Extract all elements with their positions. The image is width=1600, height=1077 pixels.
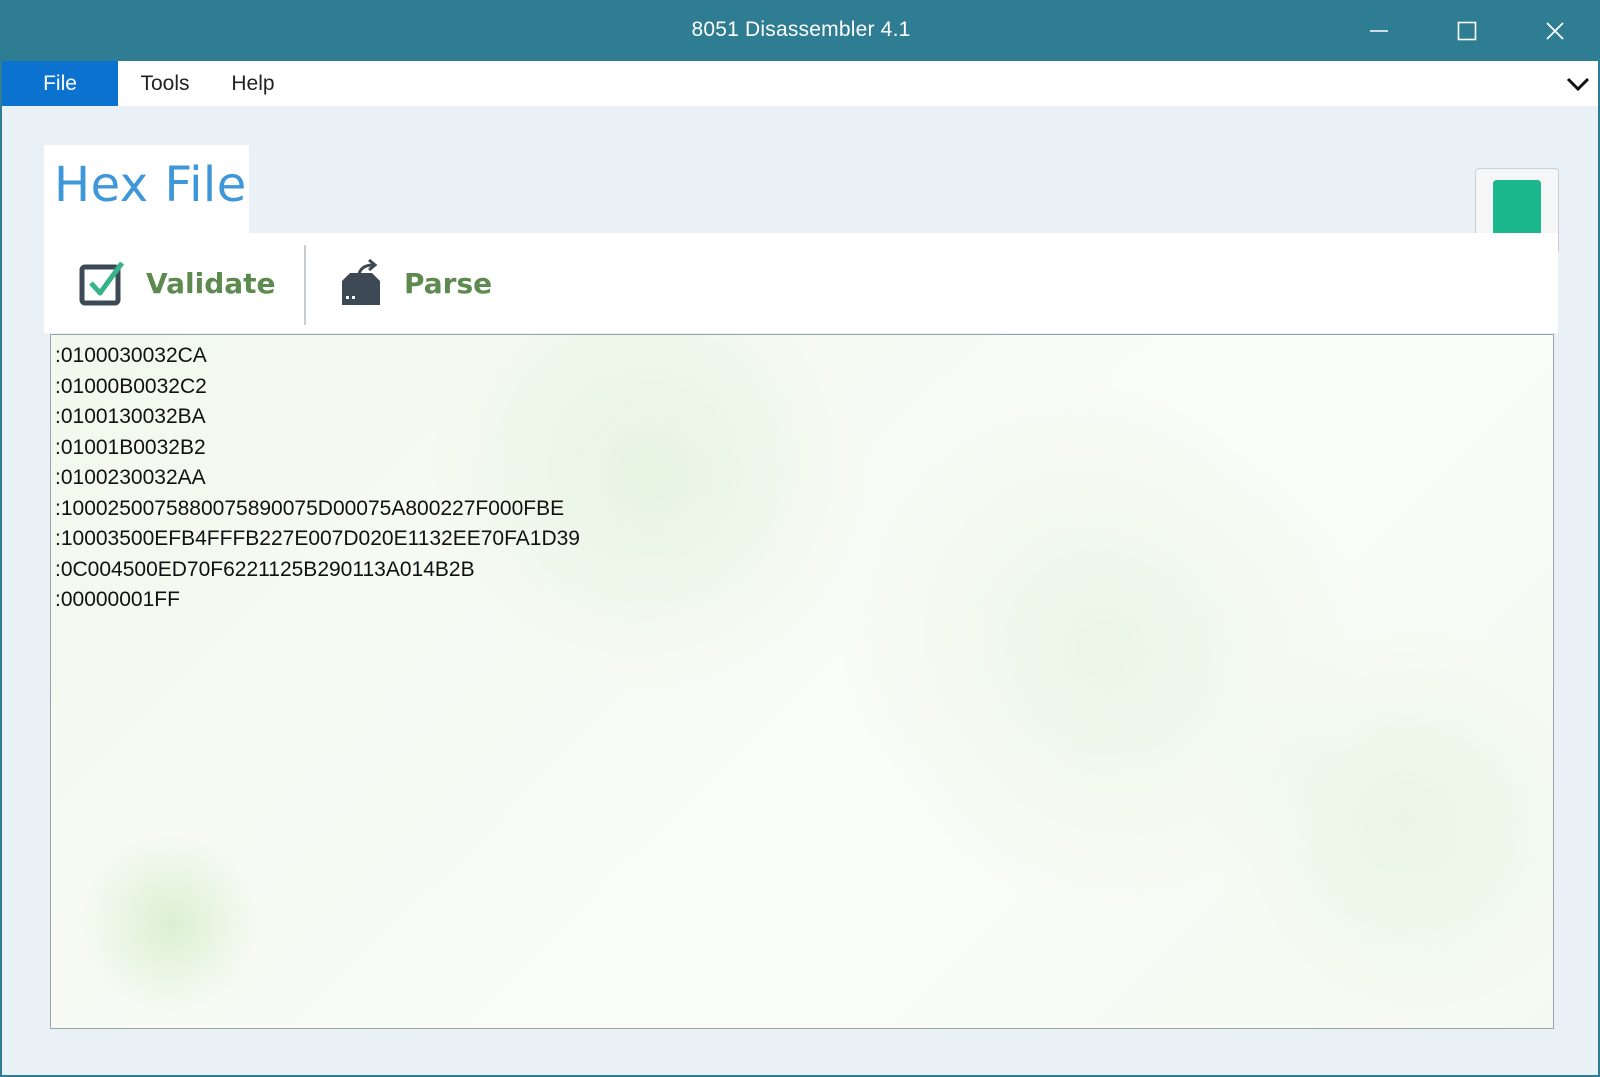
hex-lines: :0100030032CA :01000B0032C2 :0100130032B… xyxy=(55,341,580,616)
drive-export-icon xyxy=(342,259,380,305)
app-window: 8051 Disassembler 4.1 File Tools Help He… xyxy=(0,0,1600,1077)
menu-bar: File Tools Help xyxy=(2,61,1598,106)
hex-line: :10003500EFB4FFFB227E007D020E1132EE70FA1… xyxy=(55,527,580,550)
hex-line: :0100230032AA xyxy=(55,466,206,489)
page-title: Hex File xyxy=(54,157,247,213)
hex-line: :0100030032CA xyxy=(55,344,207,367)
menu-file[interactable]: File xyxy=(2,61,118,106)
minimize-icon xyxy=(1370,29,1388,32)
maximize-icon xyxy=(1457,21,1477,40)
validate-label: Validate xyxy=(146,266,276,300)
title-bar[interactable]: 8051 Disassembler 4.1 xyxy=(2,0,1598,61)
chevron-down-icon[interactable] xyxy=(1564,71,1592,97)
hex-line: :01001B0032B2 xyxy=(55,435,206,459)
hex-line: :00000001FF xyxy=(55,588,180,611)
hex-text-area[interactable]: :0100030032CA :01000B0032C2 :0100130032B… xyxy=(50,334,1554,1029)
checkbox-checked-icon xyxy=(79,261,125,306)
hex-line: :01000B0032C2 xyxy=(55,374,207,398)
close-button[interactable] xyxy=(1511,0,1598,61)
minimize-button[interactable] xyxy=(1335,0,1423,61)
hex-line: :0C004500ED70F6221125B290113A014B2B xyxy=(55,557,475,581)
parse-button[interactable]: Parse xyxy=(338,233,492,333)
menu-tools[interactable]: Tools xyxy=(129,61,201,106)
close-icon xyxy=(1546,21,1564,40)
menu-help[interactable]: Help xyxy=(222,61,284,106)
maximize-button[interactable] xyxy=(1423,0,1511,61)
parse-label: Parse xyxy=(404,266,493,300)
validate-button[interactable]: Validate xyxy=(78,233,276,333)
page-header: Hex File xyxy=(44,145,249,233)
toolbar: Validate Parse xyxy=(44,233,1558,333)
hex-line: :1000250075880075890075D00075A800227F000… xyxy=(55,496,565,520)
hex-line: :0100130032BA xyxy=(55,405,206,428)
toolbar-divider xyxy=(304,245,306,325)
